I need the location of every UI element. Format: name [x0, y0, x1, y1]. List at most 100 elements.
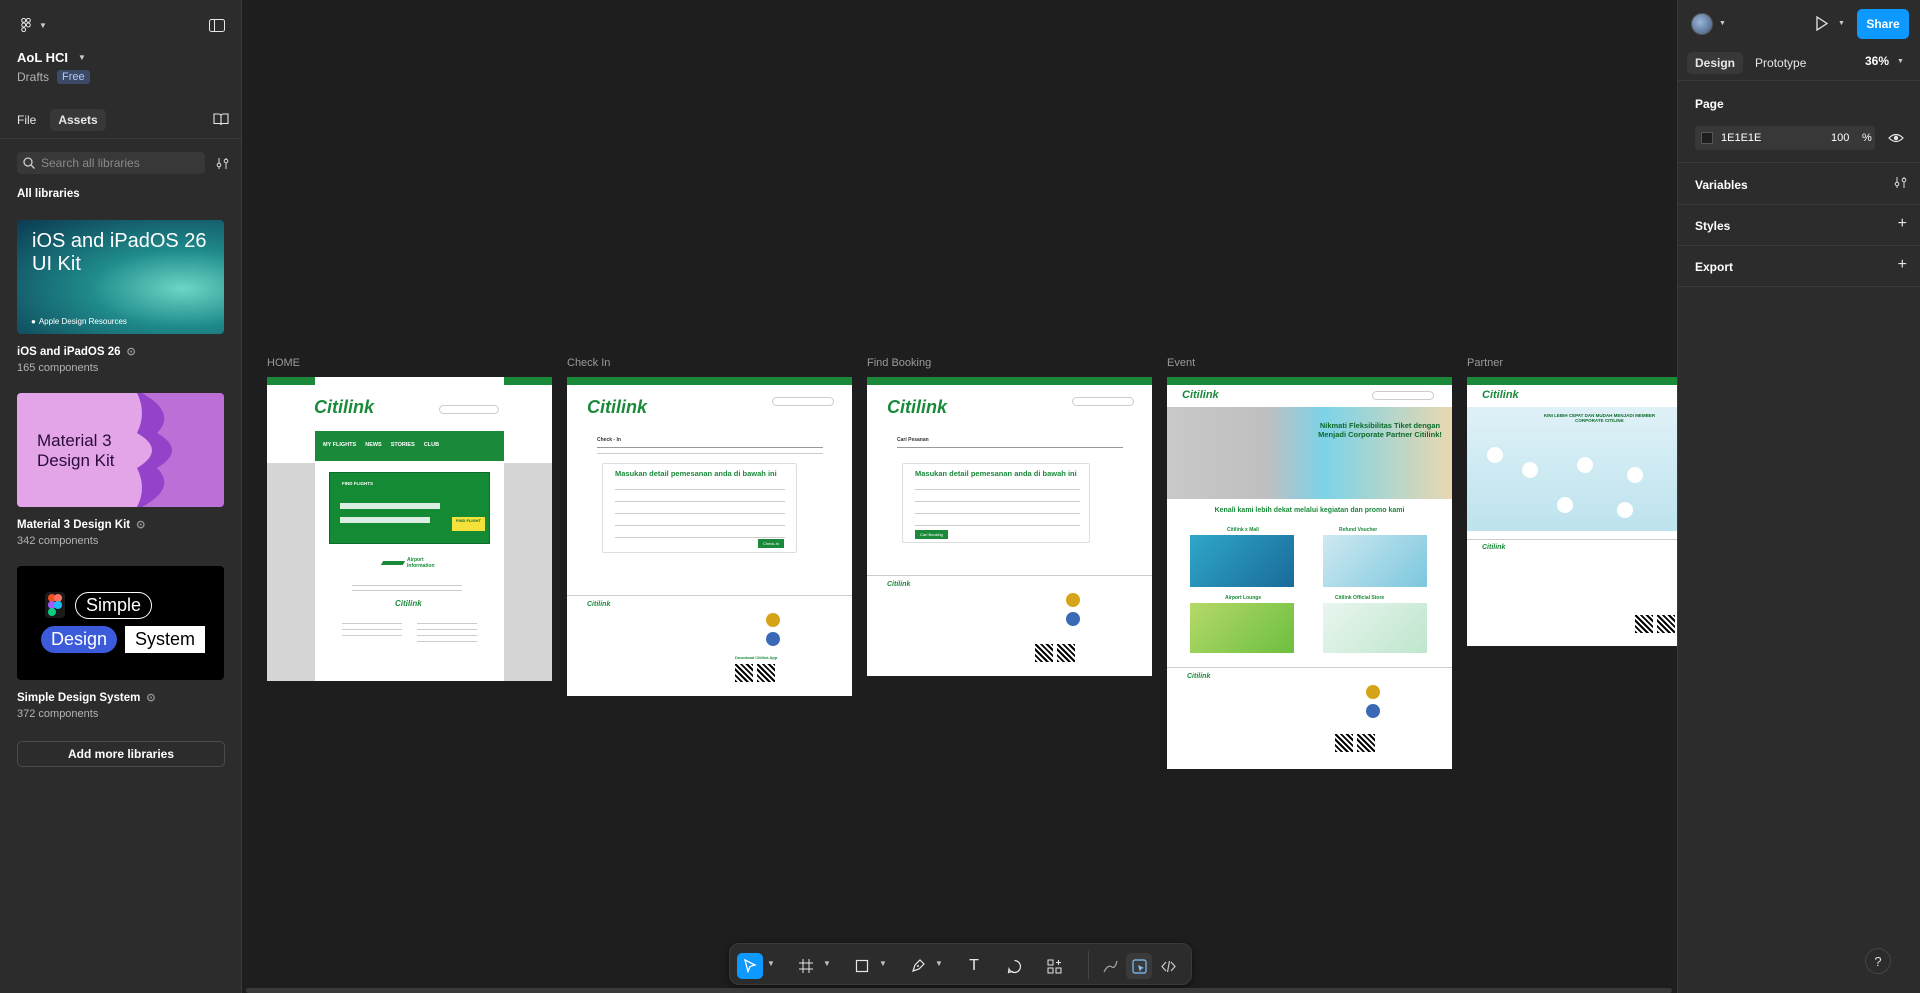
brand-logo: Citilink [887, 581, 911, 588]
right-panel: ▼ ▼ Share Design Prototype 36% ▼ Page 1E… [1677, 0, 1920, 993]
partner-headline: KINI LEBIH CEPAT DAN MUDAH MENJADI MEMBE… [1543, 413, 1656, 423]
plane-icon [380, 561, 406, 565]
help-button[interactable]: ? [1865, 948, 1891, 974]
library-link-icon: ⊙ [136, 519, 146, 531]
apple-logo-icon: ● [31, 317, 36, 326]
event-card-label: Citilink Official Store [1335, 595, 1385, 601]
library-component-count: 372 components [17, 708, 99, 720]
all-libraries-heading: All libraries [17, 188, 80, 200]
toggle-sidebar-icon[interactable] [205, 13, 229, 37]
actions-tool-icon[interactable] [1041, 953, 1067, 979]
color-swatch[interactable] [1701, 132, 1713, 144]
frame-label-check-in[interactable]: Check In [567, 357, 610, 369]
frame-tool-icon[interactable] [793, 953, 819, 979]
zoom-level[interactable]: 36% [1865, 54, 1889, 68]
nav-bar [567, 377, 852, 385]
pen-tool-icon[interactable] [905, 953, 931, 979]
library-card[interactable]: iOS and iPadOS 26 UI Kit ● Apple Design … [17, 220, 224, 374]
library-book-icon[interactable] [209, 107, 233, 131]
text-tool-icon[interactable]: T [961, 953, 987, 979]
present-play-icon[interactable] [1815, 15, 1829, 36]
tab-prototype[interactable]: Prototype [1747, 52, 1814, 74]
flight-search-panel: FIND FLIGHTS FIND FLIGHT [329, 472, 490, 544]
form-title: Masukan detail pemesanan anda di bawah i… [615, 469, 777, 478]
eye-icon[interactable] [1888, 131, 1904, 149]
frame-partner[interactable]: Citilink KINI LEBIH CEPAT DAN MUDAH MENJ… [1467, 377, 1677, 646]
avatar-chevron-down-icon[interactable]: ▼ [1719, 20, 1726, 27]
brand-logo: Citilink [1182, 389, 1219, 401]
present-chevron-down-icon[interactable]: ▼ [1838, 20, 1845, 27]
horizontal-scrollbar[interactable] [246, 988, 1672, 993]
frame-label-home[interactable]: HOME [267, 357, 300, 369]
tab-file[interactable]: File [9, 109, 44, 131]
zoom-chevron-down-icon[interactable]: ▼ [1897, 58, 1904, 65]
frame-event[interactable]: Citilink Nikmati Fleksibilitas Tiket den… [1167, 377, 1452, 769]
checkin-heading: Check - In [597, 437, 621, 443]
chevron-down-icon[interactable]: ▼ [39, 21, 47, 30]
plan-badge: Free [57, 70, 90, 84]
library-name: Simple Design System [17, 691, 141, 704]
frame-find-booking[interactable]: Citilink Cari Pesanan Masukan detail pem… [867, 377, 1152, 676]
variables-sliders-icon[interactable] [1894, 176, 1907, 194]
avatar[interactable] [1691, 13, 1713, 35]
form-card: Masukan detail pemesanan anda di bawah i… [602, 463, 797, 553]
dev-mode-icon[interactable] [1155, 953, 1181, 979]
event-card [1323, 603, 1427, 653]
add-export-plus-icon[interactable]: + [1898, 256, 1907, 274]
find-flights-label: FIND FLIGHTS [342, 481, 373, 486]
canvas[interactable]: HOME Citilink MY FLIGHTS NEWS STORIES CL… [243, 0, 1677, 993]
library-thumb-word: Simple [75, 592, 153, 619]
frame-check-in[interactable]: Citilink Check - In Masukan detail pemes… [567, 377, 852, 696]
page-opacity-value[interactable]: 100 [1831, 132, 1849, 144]
partner-banner: KINI LEBIH CEPAT DAN MUDAH MENJADI MEMBE… [1467, 407, 1677, 531]
library-link-icon: ⊙ [146, 692, 156, 704]
frame-label-event[interactable]: Event [1167, 357, 1195, 369]
move-tool-chevron-icon[interactable]: ▼ [767, 959, 775, 968]
event-card [1190, 535, 1294, 587]
library-card[interactable]: Material 3 Design Kit Material 3 Design … [17, 393, 224, 547]
share-button[interactable]: Share [1857, 9, 1909, 39]
brand-logo: Citilink [395, 599, 422, 608]
event-card-label: Airport Lounge [1225, 595, 1262, 601]
variables-section[interactable]: Variables [1678, 164, 1920, 205]
brand-logo: Citilink [887, 397, 948, 417]
filter-sliders-icon[interactable] [210, 151, 234, 175]
comment-tool-icon[interactable] [1001, 953, 1027, 979]
mini-search [1372, 391, 1434, 400]
event-subtitle: Kenali kami lebih dekat melalui kegiatan… [1214, 507, 1405, 514]
file-location[interactable]: Drafts [17, 70, 49, 84]
figma-logo-icon [45, 592, 65, 618]
file-menu-chevron-icon[interactable]: ▼ [78, 53, 86, 62]
tab-assets[interactable]: Assets [50, 109, 106, 131]
export-section[interactable]: Export + [1678, 246, 1920, 287]
event-banner: Nikmati Fleksibilitas Tiket dengan Menja… [1167, 407, 1452, 499]
frame-label-find-booking[interactable]: Find Booking [867, 357, 931, 369]
frame-home[interactable]: Citilink MY FLIGHTS NEWS STORIES CLUB FI… [267, 377, 552, 681]
page-color-field[interactable]: 1E1E1E 100 % [1695, 126, 1875, 150]
rectangle-tool-icon[interactable] [849, 953, 875, 979]
library-thumbnail: Material 3 Design Kit [17, 393, 224, 507]
home-hero: MY FLIGHTS NEWS STORIES CLUB [315, 431, 504, 461]
move-tool-icon[interactable] [737, 953, 763, 979]
add-style-plus-icon[interactable]: + [1898, 215, 1907, 233]
home-nav-item: CLUB [423, 442, 440, 448]
tab-design[interactable]: Design [1687, 52, 1744, 74]
design-mode-icon[interactable] [1126, 953, 1152, 979]
library-search-input[interactable]: Search all libraries [17, 152, 205, 174]
airport-info: Airport Information [407, 557, 435, 569]
library-thumbnail: iOS and iPadOS 26 UI Kit ● Apple Design … [17, 220, 224, 334]
draw-mode-icon[interactable] [1097, 953, 1123, 979]
figma-menu-icon[interactable] [17, 13, 35, 37]
frame-label-partner[interactable]: Partner [1467, 357, 1503, 369]
frame-tool-chevron-icon[interactable]: ▼ [823, 959, 831, 968]
library-component-count: 342 components [17, 535, 99, 547]
page-color-value[interactable]: 1E1E1E [1721, 132, 1761, 144]
pen-tool-chevron-icon[interactable]: ▼ [935, 959, 943, 968]
shape-tool-chevron-icon[interactable]: ▼ [879, 959, 887, 968]
add-more-libraries-button[interactable]: Add more libraries [17, 741, 225, 767]
file-name[interactable]: AoL HCI [17, 50, 68, 65]
nav-bar [1167, 377, 1452, 385]
styles-section[interactable]: Styles + [1678, 205, 1920, 246]
library-card[interactable]: Simple Design System Simple Design Syste… [17, 566, 224, 720]
event-card-label: Citilink x Mall [1227, 527, 1259, 533]
